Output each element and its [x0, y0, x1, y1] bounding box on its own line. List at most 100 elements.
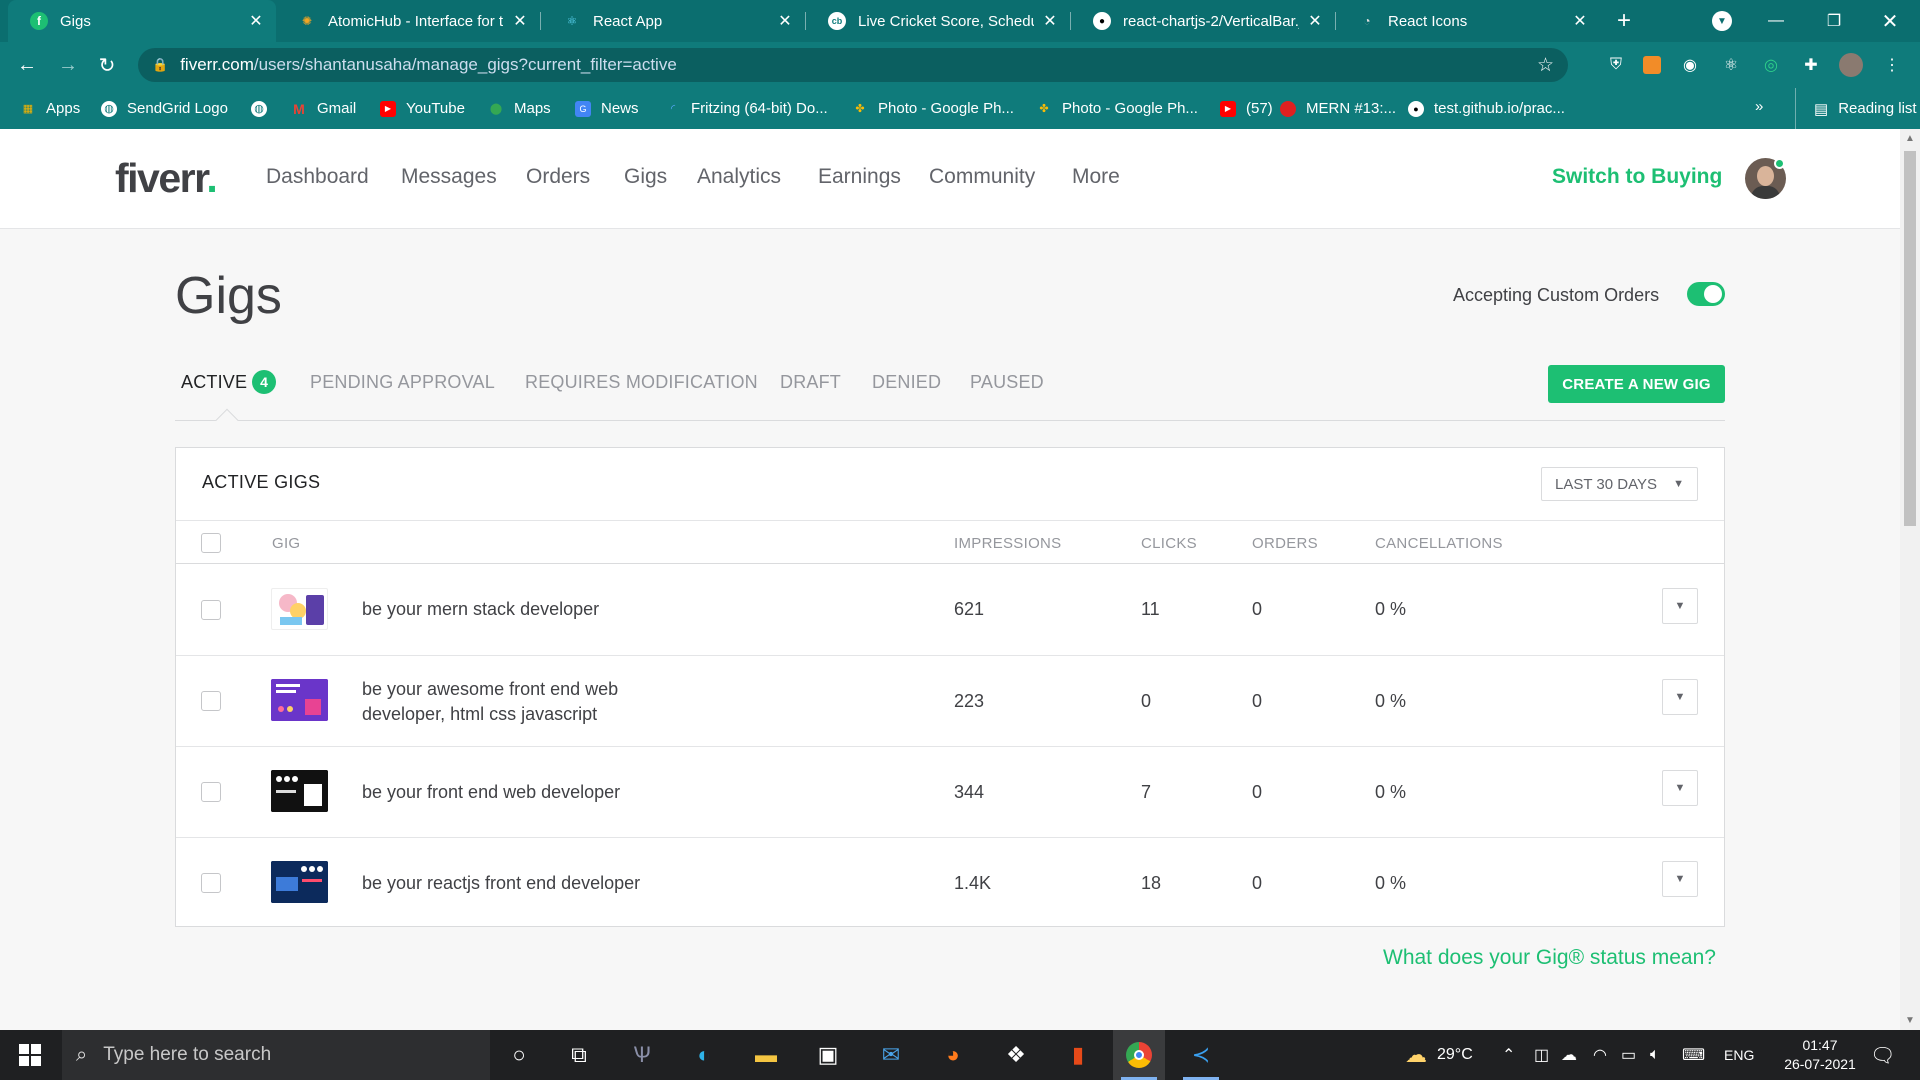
profile-avatar-icon[interactable]	[1839, 53, 1863, 77]
row-checkbox[interactable]	[201, 691, 221, 711]
tab-search-icon[interactable]: ▼	[1700, 0, 1744, 42]
row-actions-dropdown[interactable]: ▼	[1662, 770, 1698, 806]
bookmark-photos-2[interactable]: ✤ Photo - Google Ph...	[1036, 88, 1198, 129]
tab-denied[interactable]: DENIED	[872, 372, 941, 393]
gig-thumbnail[interactable]	[271, 770, 328, 812]
nav-community[interactable]: Community	[929, 165, 1035, 189]
grammarly-icon[interactable]: ◎	[1759, 53, 1783, 77]
notifications-icon[interactable]: 🗨︎	[1870, 1030, 1895, 1080]
browser-tab-gigs[interactable]: f Gigs ✕	[8, 0, 276, 42]
bookmark-apps[interactable]: ▦ Apps	[20, 88, 80, 129]
vscode-icon[interactable]: ≺	[1175, 1030, 1227, 1080]
store-icon[interactable]: ▣	[802, 1030, 854, 1080]
tab-pending-approval[interactable]: PENDING APPROVAL	[310, 372, 495, 393]
nav-more[interactable]: More	[1072, 165, 1120, 189]
bookmark-fritzing[interactable]: ◜ Fritzing (64-bit) Do...	[665, 88, 828, 129]
gig-thumbnail[interactable]	[271, 679, 328, 721]
bookmarks-overflow-button[interactable]: »	[1755, 98, 1763, 115]
tab-active[interactable]: ACTIVE	[181, 372, 247, 393]
close-tab-icon[interactable]: ✕	[777, 11, 793, 31]
tab-paused[interactable]: PAUSED	[970, 372, 1044, 393]
gig-status-help-link[interactable]: What does your Gig® status mean?	[1383, 946, 1716, 970]
bookmark-youtube[interactable]: ▶ YouTube	[380, 88, 465, 129]
bookmark-photos-1[interactable]: ✤ Photo - Google Ph...	[852, 88, 1014, 129]
gig-title-link[interactable]: be your mern stack developer	[362, 597, 672, 622]
bookmark-github-test[interactable]: ● test.github.io/prac...	[1408, 88, 1565, 129]
onedrive-icon[interactable]: ☁	[1561, 1030, 1577, 1080]
scrollbar-thumb[interactable]	[1904, 151, 1916, 526]
mail-icon[interactable]: ✉	[865, 1030, 917, 1080]
language-indicator[interactable]: ENG	[1724, 1030, 1754, 1080]
gig-title-link[interactable]: be your reactjs front end developer	[362, 871, 672, 896]
tab-requires-modification[interactable]: REQUIRES MODIFICATION	[525, 372, 758, 393]
nav-analytics[interactable]: Analytics	[697, 165, 781, 189]
address-bar[interactable]: 🔒 fiverr.com /users/shantanusaha/manage_…	[138, 48, 1568, 82]
forward-arrow-icon[interactable]: →	[53, 50, 83, 80]
column-cancellations[interactable]: CANCELLATIONS	[1375, 535, 1503, 552]
column-impressions[interactable]: IMPRESSIONS	[954, 535, 1062, 552]
cortana-icon[interactable]: ○	[493, 1030, 545, 1080]
keyboard-icon[interactable]: ⌨	[1682, 1030, 1705, 1080]
date-range-select[interactable]: LAST 30 DAYS ▼	[1541, 467, 1698, 501]
close-tab-icon[interactable]: ✕	[1307, 11, 1323, 31]
meet-now-icon[interactable]: ◫	[1534, 1030, 1549, 1080]
row-checkbox[interactable]	[201, 873, 221, 893]
gig-thumbnail[interactable]	[271, 588, 328, 630]
volume-icon[interactable]: 🔈︎	[1650, 1030, 1660, 1080]
row-actions-dropdown[interactable]: ▼	[1662, 588, 1698, 624]
glasses-extension-icon[interactable]: ◉	[1678, 53, 1702, 77]
browser-tab-react-icons[interactable]: ◔ React Icons ✕	[1336, 0, 1600, 42]
browser-tab-github[interactable]: ● react-chartjs-2/VerticalBar.js ✕	[1071, 0, 1335, 42]
scroll-down-arrow-icon[interactable]: ▼	[1900, 1015, 1920, 1026]
close-tab-icon[interactable]: ✕	[248, 11, 264, 31]
minimize-icon[interactable]: —	[1754, 0, 1798, 42]
lock-icon[interactable]: 🔒	[152, 57, 168, 73]
shield-extension-icon[interactable]: ⛨	[1604, 53, 1628, 77]
task-view-icon[interactable]: ⧉	[553, 1030, 605, 1080]
row-actions-dropdown[interactable]: ▼	[1662, 679, 1698, 715]
tab-draft[interactable]: DRAFT	[780, 372, 841, 393]
nav-messages[interactable]: Messages	[401, 165, 497, 189]
battery-icon[interactable]: ▭	[1621, 1030, 1636, 1080]
nav-earnings[interactable]: Earnings	[818, 165, 901, 189]
browser-menu-icon[interactable]: ⋮	[1880, 53, 1904, 77]
column-clicks[interactable]: CLICKS	[1141, 535, 1197, 552]
nav-orders[interactable]: Orders	[526, 165, 590, 189]
restore-icon[interactable]: ❐	[1812, 0, 1856, 42]
bookmark-news[interactable]: G News	[575, 88, 639, 129]
close-window-icon[interactable]: ✕	[1868, 0, 1912, 42]
fiverr-logo[interactable]: fiverr.	[115, 155, 218, 202]
tray-chevron-icon[interactable]: ⌃	[1502, 1030, 1515, 1080]
browser-tab-cricket[interactable]: cb Live Cricket Score, Schedule ✕	[806, 0, 1070, 42]
bookmark-globe[interactable]: ◍	[251, 88, 277, 129]
column-orders[interactable]: ORDERS	[1252, 535, 1318, 552]
bookmark-youtube-57[interactable]: ▶ (57)	[1220, 88, 1273, 129]
browser-tab-atomichub[interactable]: ✺ AtomicHub - Interface for th ✕	[276, 0, 540, 42]
firefox-icon[interactable]: ◕	[927, 1030, 979, 1080]
react-devtools-icon[interactable]: ⚛	[1719, 53, 1743, 77]
close-tab-icon[interactable]: ✕	[512, 11, 528, 31]
row-actions-dropdown[interactable]: ▼	[1662, 861, 1698, 897]
office-icon[interactable]: ▮	[1052, 1030, 1104, 1080]
extensions-puzzle-icon[interactable]: ✚	[1799, 53, 1823, 77]
bookmark-mern[interactable]: MERN #13:...	[1280, 88, 1396, 129]
gig-thumbnail[interactable]	[271, 861, 328, 903]
close-tab-icon[interactable]: ✕	[1572, 11, 1588, 31]
orange-extension-icon[interactable]	[1640, 53, 1664, 77]
start-button[interactable]	[0, 1030, 60, 1080]
bookmark-gmail[interactable]: M Gmail	[291, 88, 356, 129]
bookmark-sendgrid[interactable]: ◍ SendGrid Logo	[101, 88, 228, 129]
gig-title-link[interactable]: be your awesome front end web developer,…	[362, 677, 672, 727]
browser-tab-react-app[interactable]: ⚛ React App ✕	[541, 0, 805, 42]
bookmark-star-icon[interactable]: ☆	[1537, 54, 1554, 77]
scroll-up-arrow-icon[interactable]: ▲	[1900, 133, 1920, 144]
bookmark-maps[interactable]: ⬤ Maps	[488, 88, 551, 129]
weather-widget[interactable]: ☁ 29°C	[1405, 1030, 1473, 1080]
dropbox-icon[interactable]: ❖	[990, 1030, 1042, 1080]
row-checkbox[interactable]	[201, 782, 221, 802]
switch-to-buying-link[interactable]: Switch to Buying	[1552, 165, 1722, 189]
back-arrow-icon[interactable]: ←	[12, 50, 42, 80]
nav-gigs[interactable]: Gigs	[624, 165, 667, 189]
file-explorer-icon[interactable]: ▬	[740, 1030, 792, 1080]
new-tab-button[interactable]: +	[1610, 0, 1638, 42]
